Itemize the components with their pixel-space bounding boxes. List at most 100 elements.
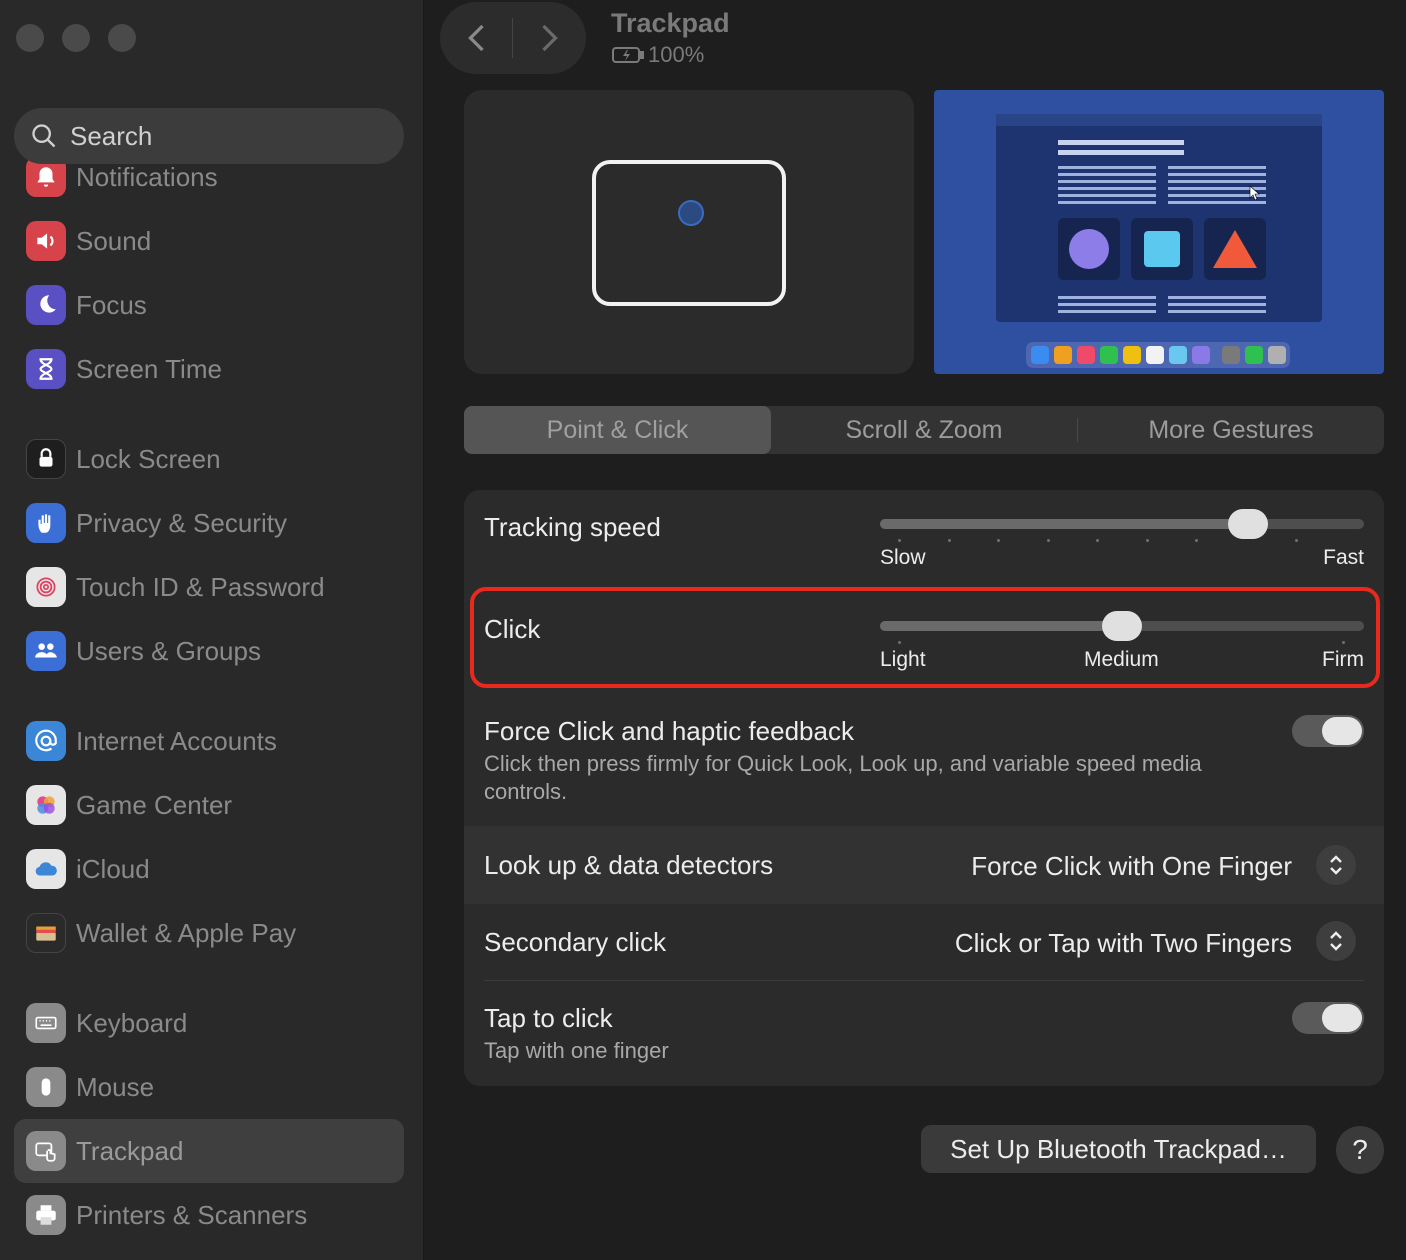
trackpad-illustration — [592, 160, 786, 306]
hand-icon — [26, 503, 66, 543]
sidebar-item-label: iCloud — [76, 853, 150, 884]
sidebar-item-label: Mouse — [76, 1071, 155, 1102]
sidebar-item-label: Wallet & Apple Pay — [76, 917, 297, 948]
zoom-window-button[interactable] — [108, 24, 136, 52]
sidebar-item-keyboard[interactable]: Keyboard — [14, 991, 404, 1055]
tap-to-click-toggle[interactable] — [1292, 1002, 1364, 1034]
sidebar-item-label: Touch ID & Password — [76, 571, 325, 602]
sidebar: Search Notifications Sound Focus Screen … — [0, 0, 424, 1260]
sidebar-item-screen-time[interactable]: Screen Time — [14, 337, 404, 401]
setup-bluetooth-trackpad-button[interactable]: Set Up Bluetooth Trackpad… — [921, 1125, 1316, 1173]
trackpad-gesture-preview — [464, 90, 914, 374]
tab-more-gestures[interactable]: More Gestures — [1078, 406, 1384, 454]
wallet-icon — [26, 913, 66, 953]
tab-bar: Point & Click Scroll & Zoom More Gesture… — [464, 406, 1384, 454]
sidebar-item-users-groups[interactable]: Users & Groups — [14, 619, 404, 683]
cloud-icon — [26, 849, 66, 889]
navigation-controls — [440, 2, 586, 74]
toggle-knob — [1322, 1004, 1362, 1032]
secondary-click-value[interactable]: Click or Tap with Two Fingers — [955, 928, 1292, 959]
secondary-click-popup-button[interactable] — [1316, 921, 1356, 961]
force-click-label: Force Click and haptic feedback — [484, 716, 854, 746]
sidebar-item-label: Internet Accounts — [76, 725, 277, 756]
slider-max-label: Fast — [1323, 546, 1364, 569]
tracking-speed-label: Tracking speed — [484, 512, 661, 542]
force-click-toggle[interactable] — [1292, 715, 1364, 747]
sidebar-item-printers[interactable]: Printers & Scanners — [14, 1183, 404, 1247]
sidebar-item-game-center[interactable]: Game Center — [14, 773, 404, 837]
tab-point-click[interactable]: Point & Click — [464, 406, 771, 454]
sidebar-item-label: Printers & Scanners — [76, 1199, 308, 1230]
sidebar-item-label: Keyboard — [76, 1007, 188, 1038]
slider-tick — [1195, 539, 1198, 542]
slider-min-label: Slow — [880, 546, 926, 569]
battery-level: 100% — [648, 42, 705, 67]
sidebar-item-sound[interactable]: Sound — [14, 209, 404, 273]
tracking-speed-fill — [880, 519, 1248, 529]
sidebar-item-wallet[interactable]: Wallet & Apple Pay — [14, 901, 404, 965]
finger-dot — [678, 200, 704, 226]
printer-icon — [26, 1195, 66, 1235]
sidebar-item-label: Sound — [76, 225, 152, 256]
search-icon — [32, 124, 56, 148]
help-button[interactable]: ? — [1336, 1126, 1384, 1174]
chevron-right-icon[interactable] — [530, 20, 566, 56]
click-setting-highlight — [470, 587, 1380, 688]
speaker-icon — [26, 221, 66, 261]
lookup-popup-button[interactable] — [1316, 845, 1356, 885]
tab-scroll-zoom[interactable]: Scroll & Zoom — [771, 406, 1077, 454]
lock-icon — [26, 439, 66, 479]
fingerprint-icon — [26, 567, 66, 607]
chevron-up-down-icon — [1330, 931, 1342, 951]
search-field[interactable]: Search — [14, 108, 404, 164]
sidebar-item-internet-accounts[interactable]: Internet Accounts — [14, 709, 404, 773]
hourglass-icon — [26, 349, 66, 389]
sidebar-item-trackpad[interactable]: Trackpad — [14, 1119, 404, 1183]
users-icon — [26, 631, 66, 671]
slider-tick — [997, 539, 1000, 542]
toggle-knob — [1322, 717, 1362, 745]
close-window-button[interactable] — [16, 24, 44, 52]
sidebar-item-label: Trackpad — [76, 1135, 184, 1166]
sidebar-item-focus[interactable]: Focus — [14, 273, 404, 337]
slider-tick — [1295, 539, 1298, 542]
battery-status: 100% — [612, 42, 704, 68]
sidebar-item-label: Notifications — [76, 161, 218, 192]
minimize-window-button[interactable] — [62, 24, 90, 52]
chevron-left-icon[interactable] — [460, 20, 496, 56]
sidebar-item-label: Screen Time — [76, 353, 222, 384]
trackpad-icon — [26, 1131, 66, 1171]
lookup-value[interactable]: Force Click with One Finger — [971, 851, 1292, 882]
tracking-speed-thumb[interactable] — [1228, 509, 1268, 539]
sidebar-item-label: Privacy & Security — [76, 507, 287, 538]
slider-tick — [1146, 539, 1149, 542]
slider-tick — [898, 539, 901, 542]
slider-tick — [948, 539, 951, 542]
tracking-speed-slider[interactable] — [880, 509, 1364, 542]
window-controls — [16, 24, 136, 52]
screen-preview — [934, 90, 1384, 374]
nav-divider — [512, 18, 513, 58]
sidebar-item-privacy-security[interactable]: Privacy & Security — [14, 491, 404, 555]
slider-tick — [1047, 539, 1050, 542]
at-icon — [26, 721, 66, 761]
settings-panel: Tracking speed Slow Fast Click Light Med… — [464, 490, 1384, 1086]
row-divider — [484, 980, 1364, 981]
desktop-illustration — [996, 114, 1322, 368]
sidebar-item-icloud[interactable]: iCloud — [14, 837, 404, 901]
sidebar-item-label: Users & Groups — [76, 635, 261, 666]
sidebar-item-touch-id[interactable]: Touch ID & Password — [14, 555, 404, 619]
tap-to-click-label: Tap to click — [484, 1003, 613, 1033]
sidebar-item-mouse[interactable]: Mouse — [14, 1055, 404, 1119]
sidebar-item-label: Game Center — [76, 789, 233, 820]
lookup-label: Look up & data detectors — [484, 850, 774, 880]
sidebar-item-label: Focus — [76, 289, 147, 320]
secondary-click-label: Secondary click — [484, 927, 667, 957]
chevron-up-down-icon — [1330, 855, 1342, 875]
mouse-icon — [26, 1067, 66, 1107]
page-title: Trackpad — [611, 8, 730, 38]
search-placeholder: Search — [70, 120, 153, 151]
battery-charging-icon — [612, 47, 644, 63]
moon-icon — [26, 285, 66, 325]
sidebar-item-lock-screen[interactable]: Lock Screen — [14, 427, 404, 491]
